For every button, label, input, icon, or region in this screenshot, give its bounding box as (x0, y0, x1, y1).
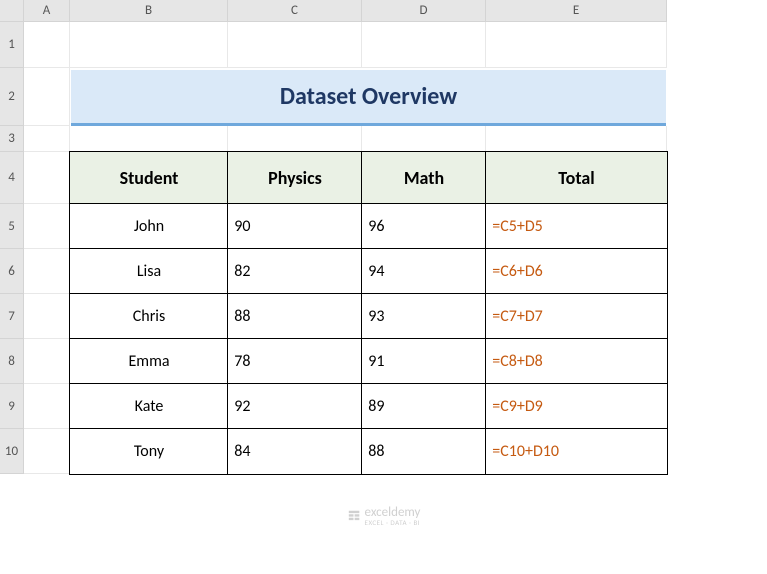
cell-student-5[interactable]: Tony (69, 428, 229, 475)
cell-A8[interactable] (24, 339, 70, 384)
cell-physics-5[interactable]: 84 (227, 428, 363, 475)
watermark: exceldemy EXCEL · DATA · BI (347, 506, 421, 526)
cell-student-1[interactable]: Lisa (69, 248, 229, 295)
row-header-7[interactable]: 7 (0, 294, 24, 339)
col-header-D[interactable]: D (362, 0, 486, 22)
spreadsheet-icon (347, 509, 361, 523)
row-header-5[interactable]: 5 (0, 204, 24, 249)
cell-A10[interactable] (24, 429, 70, 474)
cell-C1[interactable] (228, 22, 362, 68)
cell-physics-4[interactable]: 92 (227, 383, 363, 430)
th-total[interactable]: Total (485, 151, 668, 205)
cell-physics-1[interactable]: 82 (227, 248, 363, 295)
col-header-B[interactable]: B (70, 0, 228, 22)
cell-physics-0[interactable]: 90 (227, 203, 363, 250)
cell-math-2[interactable]: 93 (361, 293, 487, 340)
cell-A6[interactable] (24, 249, 70, 294)
cell-total-3[interactable]: =C8+D8 (485, 338, 668, 385)
col-header-C[interactable]: C (228, 0, 362, 22)
th-student[interactable]: Student (69, 151, 229, 205)
cell-math-3[interactable]: 91 (361, 338, 487, 385)
row-header-8[interactable]: 8 (0, 339, 24, 384)
cell-A4[interactable] (24, 152, 70, 204)
cell-D3[interactable] (362, 126, 486, 152)
col-header-E[interactable]: E (486, 0, 667, 22)
row-header-2[interactable]: 2 (0, 68, 24, 126)
cell-total-1[interactable]: =C6+D6 (485, 248, 668, 295)
cell-A1[interactable] (24, 22, 70, 68)
cell-E1[interactable] (486, 22, 667, 68)
cell-B3[interactable] (70, 126, 228, 152)
cell-student-3[interactable]: Emma (69, 338, 229, 385)
cell-math-1[interactable]: 94 (361, 248, 487, 295)
cell-E3[interactable] (486, 126, 667, 152)
cell-student-4[interactable]: Kate (69, 383, 229, 430)
cell-A2[interactable] (24, 68, 70, 126)
cell-C3[interactable] (228, 126, 362, 152)
select-all-corner[interactable] (0, 0, 24, 22)
cell-math-5[interactable]: 88 (361, 428, 487, 475)
cell-physics-2[interactable]: 88 (227, 293, 363, 340)
page-title[interactable]: Dataset Overview (71, 70, 666, 126)
row-header-1[interactable]: 1 (0, 22, 24, 68)
row-header-6[interactable]: 6 (0, 249, 24, 294)
row-header-9[interactable]: 9 (0, 384, 24, 429)
row-header-3[interactable]: 3 (0, 126, 24, 152)
cell-A9[interactable] (24, 384, 70, 429)
cell-total-2[interactable]: =C7+D7 (485, 293, 668, 340)
cell-math-4[interactable]: 89 (361, 383, 487, 430)
cell-student-0[interactable]: John (69, 203, 229, 250)
col-header-A[interactable]: A (24, 0, 70, 22)
row-header-10[interactable]: 10 (0, 429, 24, 474)
cell-total-5[interactable]: =C10+D10 (485, 428, 668, 475)
cell-total-4[interactable]: =C9+D9 (485, 383, 668, 430)
cell-A3[interactable] (24, 126, 70, 152)
cell-student-2[interactable]: Chris (69, 293, 229, 340)
cell-total-0[interactable]: =C5+D5 (485, 203, 668, 250)
cell-A5[interactable] (24, 204, 70, 249)
th-math[interactable]: Math (361, 151, 487, 205)
cell-A7[interactable] (24, 294, 70, 339)
cell-physics-3[interactable]: 78 (227, 338, 363, 385)
th-physics[interactable]: Physics (227, 151, 363, 205)
cell-D1[interactable] (362, 22, 486, 68)
row-header-4[interactable]: 4 (0, 152, 24, 204)
cell-B1[interactable] (70, 22, 228, 68)
cell-math-0[interactable]: 96 (361, 203, 487, 250)
watermark-sub: EXCEL · DATA · BI (365, 519, 421, 526)
